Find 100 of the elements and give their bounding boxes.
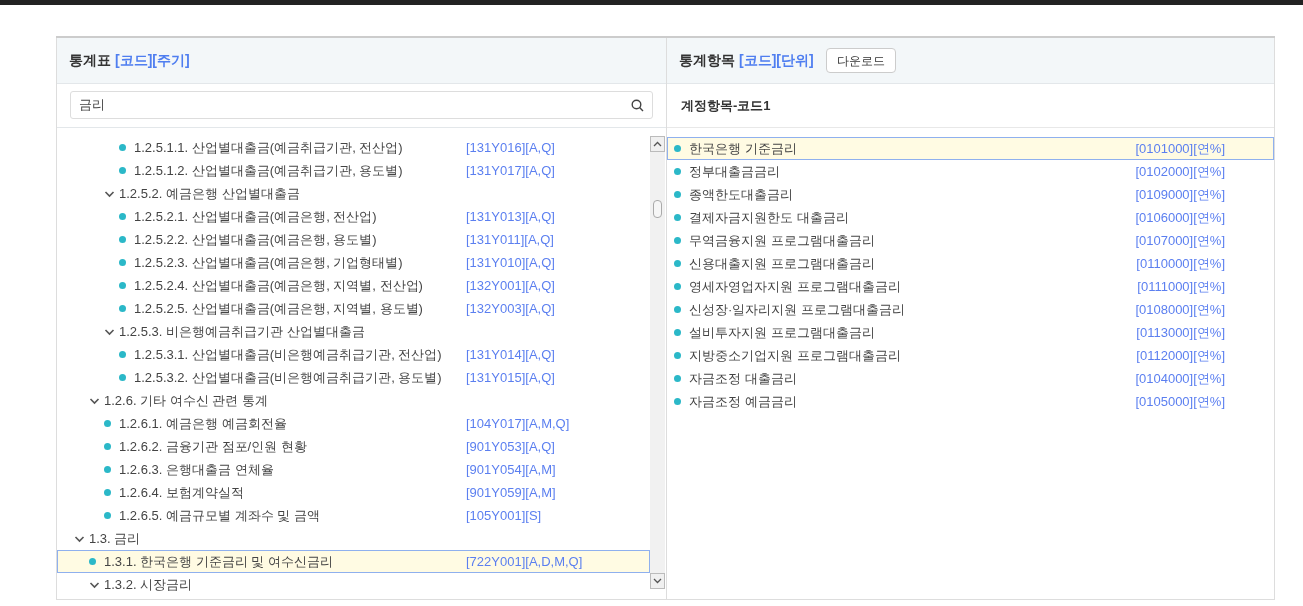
- table-code: [901Y053][A,Q]: [466, 437, 556, 456]
- tree-label: 1.2.5.1.2. 산업별대출금(예금취급기관, 용도별): [134, 161, 404, 180]
- bullet-icon: [119, 305, 126, 312]
- item-code: [0104000][연%]: [1135, 369, 1225, 388]
- item-code: [0107000][연%]: [1135, 231, 1225, 250]
- item-row[interactable]: 설비투자지원 프로그램대출금리 [0113000][연%]: [667, 321, 1274, 344]
- subheader: 계정항목-코드1: [681, 96, 771, 115]
- tree-label: 1.2.5.3. 비은행예금취급기관 산업별대출금: [119, 322, 366, 341]
- item-code: [0109000][연%]: [1135, 185, 1225, 204]
- scroll-down-icon[interactable]: [653, 578, 662, 584]
- bullet-icon: [104, 489, 111, 496]
- tree-row[interactable]: 1.2.6.1. 예금은행 예금회전율 [104Y017][A,M,Q]: [57, 412, 650, 435]
- item-row[interactable]: 신용대출지원 프로그램대출금리 [0110000][연%]: [667, 252, 1274, 275]
- tree-row[interactable]: 1.2.6. 기타 여수신 관련 통계: [57, 389, 650, 412]
- table-code: [131Y011][A,Q]: [466, 230, 555, 249]
- item-code: [0101000][연%]: [1135, 139, 1225, 158]
- tree-row[interactable]: 1.2.5.3. 비은행예금취급기관 산업별대출금: [57, 320, 650, 343]
- item-label: 한국은행 기준금리: [689, 139, 798, 158]
- scrollbar[interactable]: [650, 136, 665, 589]
- tree-label: 1.2.6.5. 예금규모별 계좌수 및 금액: [119, 506, 321, 525]
- tree-row[interactable]: 1.2.6.4. 보험계약실적 [901Y059][A,M]: [57, 481, 650, 504]
- item-label: 영세자영업자지원 프로그램대출금리: [689, 277, 902, 296]
- bullet-icon: [119, 259, 126, 266]
- item-row[interactable]: 한국은행 기준금리 [0101000][연%]: [667, 137, 1274, 160]
- tree-row[interactable]: 1.2.5.3.2. 산업별대출금(비은행예금취급기관, 용도별) [131Y015][A,Q]: [57, 366, 650, 389]
- tree-row[interactable]: 1.2.6.2. 금융기관 점포/인원 현황 [901Y053][A,Q]: [57, 435, 650, 458]
- tree-row[interactable]: 1.2.5.1.1. 산업별대출금(예금취급기관, 전산업) [131Y016][A,Q]: [57, 136, 650, 159]
- bullet-icon: [674, 352, 681, 359]
- tree-row[interactable]: 1.2.5.1.2. 산업별대출금(예금취급기관, 용도별) [131Y017][A,Q]: [57, 159, 650, 182]
- tree-row[interactable]: 1.2.5.2.5. 산업별대출금(예금은행, 지역별, 용도별) [132Y003][A,Q]: [57, 297, 650, 320]
- item-code: [0102000][연%]: [1135, 162, 1225, 181]
- tree-row[interactable]: 1.3. 금리: [57, 527, 650, 550]
- item-code: [0105000][연%]: [1135, 392, 1225, 411]
- bullet-icon: [674, 191, 681, 198]
- item-row[interactable]: 영세자영업자지원 프로그램대출금리 [0111000][연%]: [667, 275, 1274, 298]
- table-code: [901Y059][A,M]: [466, 483, 557, 502]
- panel-title: 통계항목: [679, 51, 735, 70]
- item-label: 신성장·일자리지원 프로그램대출금리: [689, 300, 906, 319]
- chevron-down-icon[interactable]: [89, 396, 100, 405]
- title-link[interactable]: [단위]: [776, 50, 814, 71]
- item-label: 무역금융지원 프로그램대출금리: [689, 231, 876, 250]
- item-row[interactable]: 무역금융지원 프로그램대출금리 [0107000][연%]: [667, 229, 1274, 252]
- table-code: [722Y001][A,D,M,Q]: [466, 552, 584, 571]
- tree-label: 1.2.5.2.3. 산업별대출금(예금은행, 기업형태별): [134, 253, 404, 272]
- search-icon[interactable]: [631, 99, 644, 112]
- tree-row[interactable]: 1.2.5.3.1. 산업별대출금(비은행예금취급기관, 전산업) [131Y014][A,Q]: [57, 343, 650, 366]
- tree-row[interactable]: 1.2.5.2.4. 산업별대출금(예금은행, 지역별, 전산업) [132Y001][A,Q]: [57, 274, 650, 297]
- chevron-down-icon[interactable]: [89, 580, 100, 589]
- item-row[interactable]: 자금조정 대출금리 [0104000][연%]: [667, 367, 1274, 390]
- bullet-icon: [104, 466, 111, 473]
- tree-row[interactable]: 1.2.5.2.2. 산업별대출금(예금은행, 용도별) [131Y011][A,Q]: [57, 228, 650, 251]
- bullet-icon: [674, 283, 681, 290]
- item-row[interactable]: 종액한도대출금리 [0109000][연%]: [667, 183, 1274, 206]
- item-row[interactable]: 신성장·일자리지원 프로그램대출금리 [0108000][연%]: [667, 298, 1274, 321]
- table-code: [131Y010][A,Q]: [466, 253, 556, 272]
- tree-row[interactable]: 1.2.5.2. 예금은행 산업별대출금: [57, 182, 650, 205]
- chevron-down-icon[interactable]: [104, 327, 115, 336]
- table-code: [131Y016][A,Q]: [466, 138, 556, 157]
- item-row[interactable]: 자금조정 예금금리 [0105000][연%]: [667, 390, 1274, 413]
- bullet-icon: [104, 420, 111, 427]
- tree-label: 1.3. 금리: [89, 529, 142, 548]
- title-link[interactable]: [주기]: [152, 50, 190, 71]
- bullet-icon: [119, 236, 126, 243]
- chevron-down-icon[interactable]: [74, 534, 85, 543]
- bullet-icon: [674, 214, 681, 221]
- bullet-icon: [674, 260, 681, 267]
- bullet-icon: [674, 398, 681, 405]
- tree-label: 1.3.2. 시장금리: [104, 575, 194, 594]
- item-code: [0110000][연%]: [1136, 254, 1225, 273]
- scrollbar-thumb[interactable]: [653, 200, 662, 218]
- tree-label: 1.2.5.2.1. 산업별대출금(예금은행, 전산업): [134, 207, 378, 226]
- tree-row[interactable]: 1.2.5.2.3. 산업별대출금(예금은행, 기업형태별) [131Y010][A,Q]: [57, 251, 650, 274]
- tree-label: 1.2.6.1. 예금은행 예금회전율: [119, 414, 288, 433]
- bullet-icon: [674, 375, 681, 382]
- chevron-down-icon[interactable]: [104, 189, 115, 198]
- item-row[interactable]: 지방중소기업지원 프로그램대출금리 [0112000][연%]: [667, 344, 1274, 367]
- tree-row[interactable]: 1.3.1. 한국은행 기준금리 및 여수신금리 [722Y001][A,D,M,Q]: [57, 550, 650, 573]
- item-label: 지방중소기업지원 프로그램대출금리: [689, 346, 902, 365]
- tree-row[interactable]: 1.2.6.3. 은행대출금 연체율 [901Y054][A,M]: [57, 458, 650, 481]
- tree-row[interactable]: 1.2.5.2.1. 산업별대출금(예금은행, 전산업) [131Y013][A,Q]: [57, 205, 650, 228]
- download-button[interactable]: 다운로드: [825, 48, 896, 73]
- item-code: [0106000][연%]: [1135, 208, 1225, 227]
- tree-row[interactable]: 1.3.2. 시장금리: [57, 573, 650, 596]
- bullet-icon: [674, 237, 681, 244]
- tree-label: 1.2.5.2.4. 산업별대출금(예금은행, 지역별, 전산업): [134, 276, 424, 295]
- tree-label: 1.3.1. 한국은행 기준금리 및 여수신금리: [104, 552, 334, 571]
- scroll-up-icon[interactable]: [653, 141, 662, 147]
- bullet-icon: [674, 168, 681, 175]
- bullet-icon: [674, 329, 681, 336]
- item-row[interactable]: 결제자금지원한도 대출금리 [0106000][연%]: [667, 206, 1274, 229]
- table-code: [104Y017][A,M,Q]: [466, 414, 571, 433]
- tree-row[interactable]: 1.2.6.5. 예금규모별 계좌수 및 금액 [105Y001][S]: [57, 504, 650, 527]
- table-code: [131Y014][A,Q]: [466, 345, 556, 364]
- search-field[interactable]: 금리: [70, 91, 653, 119]
- tree-label: 1.2.5.2.2. 산업별대출금(예금은행, 용도별): [134, 230, 378, 249]
- item-row[interactable]: 정부대출금금리 [0102000][연%]: [667, 160, 1274, 183]
- item-label: 종액한도대출금리: [689, 185, 794, 204]
- bullet-icon: [104, 512, 111, 519]
- bullet-icon: [674, 306, 681, 313]
- table-code: [131Y013][A,Q]: [466, 207, 556, 226]
